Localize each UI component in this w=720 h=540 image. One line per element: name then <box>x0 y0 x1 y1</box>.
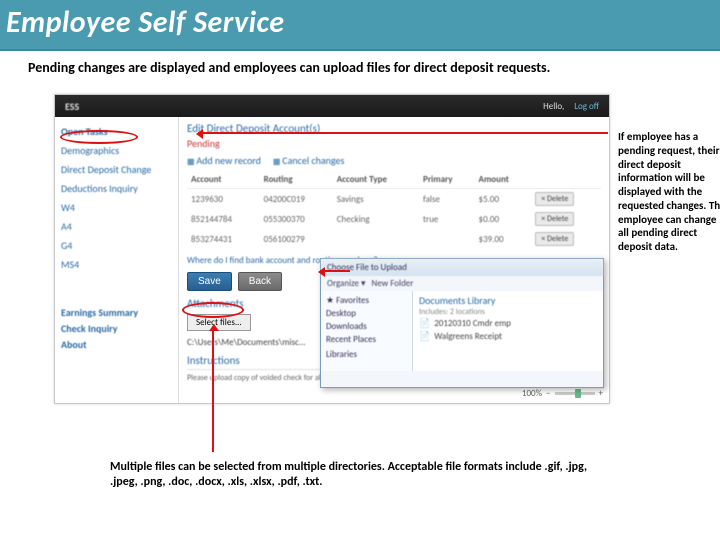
accounts-table: Account Routing Account Type Primary Amo… <box>187 171 601 249</box>
arrow-icon <box>320 270 350 272</box>
slide-subtitle: Pending changes are displayed and employ… <box>0 51 720 82</box>
back-button[interactable]: Back <box>238 272 282 291</box>
col-actions <box>531 171 601 189</box>
logoff-link[interactable]: Log off <box>574 101 599 112</box>
col-routing: Routing <box>260 171 333 189</box>
save-button[interactable]: Save <box>187 272 232 291</box>
sidebar: Open Tasks Demographics Direct Deposit C… <box>55 117 179 403</box>
chooser-nav-item[interactable]: Libraries <box>326 348 407 361</box>
arrow-icon <box>212 326 214 452</box>
col-account: Account <box>187 171 260 189</box>
add-record-button[interactable]: Add new record <box>187 154 261 167</box>
cancel-changes-button[interactable]: Cancel changes <box>273 154 345 167</box>
chooser-lib-title: Documents Library <box>419 294 597 307</box>
stage: ESS Hello, Log off Open Tasks Demographi… <box>20 82 700 512</box>
zoom-indicator: 100% −+ <box>522 388 603 399</box>
col-amount: Amount <box>475 171 532 189</box>
col-primary: Primary <box>419 171 474 189</box>
bottom-annotation: Multiple files can be selected from mult… <box>110 460 590 490</box>
chooser-file[interactable]: 20120310 Cmdr emp <box>419 317 597 330</box>
chooser-newfolder[interactable]: New Folder <box>372 278 414 289</box>
sidebar-item-w4[interactable]: W4 <box>61 198 172 217</box>
sidebar-item-a4[interactable]: A4 <box>61 217 172 236</box>
right-annotation: If employee has a pending request, their… <box>618 130 720 254</box>
chooser-file[interactable]: Walgreens Receipt <box>419 330 597 343</box>
highlight-oval <box>182 302 244 318</box>
chooser-nav-item[interactable]: Desktop <box>326 307 407 320</box>
table-row: 1239630 04200C019 Savings false $5.00 × … <box>187 189 601 210</box>
chooser-filelist: Documents Library Includes: 2 locations … <box>413 291 603 371</box>
ess-brand: ESS <box>65 100 79 113</box>
highlight-oval <box>60 130 138 144</box>
delete-button[interactable]: × Delete <box>535 192 574 206</box>
arrow-icon <box>198 132 608 134</box>
delete-button[interactable]: × Delete <box>535 212 574 226</box>
ess-app-header: ESS Hello, Log off <box>55 95 609 117</box>
col-type: Account Type <box>333 171 419 189</box>
sidebar-item-direct-deposit[interactable]: Direct Deposit Change <box>61 160 172 179</box>
delete-button[interactable]: × Delete <box>535 232 574 246</box>
chooser-nav-item[interactable]: ★ Favorites <box>326 294 407 307</box>
chooser-title: Choose File to Upload <box>321 259 603 276</box>
chooser-nav-item[interactable]: Recent Places <box>326 333 407 346</box>
hello-text: Hello, <box>543 101 564 112</box>
table-row: 852144784 055300370 Checking true $0.00 … <box>187 209 601 229</box>
sidebar-about[interactable]: About <box>61 338 172 351</box>
slide-title: Employee Self Service <box>6 4 710 41</box>
chooser-nav: ★ Favorites Desktop Downloads Recent Pla… <box>321 291 413 371</box>
table-row: 853274431 056100279 $39.00 × Delete <box>187 229 601 249</box>
sidebar-item-deductions[interactable]: Deductions Inquiry <box>61 179 172 198</box>
pending-badge: Pending <box>187 137 601 150</box>
sidebar-item-ms4[interactable]: MS4 <box>61 255 172 274</box>
sidebar-earnings[interactable]: Earnings Summary <box>61 306 172 319</box>
sidebar-item-g4[interactable]: G4 <box>61 236 172 255</box>
slide-title-bar: Employee Self Service <box>0 0 720 51</box>
grid-toolbar: Add new record Cancel changes <box>187 154 601 167</box>
sidebar-check[interactable]: Check Inquiry <box>61 322 172 335</box>
chooser-organize[interactable]: Organize ▾ <box>327 278 366 289</box>
chooser-nav-item[interactable]: Downloads <box>326 320 407 333</box>
file-chooser-dialog: Choose File to Upload Organize ▾ New Fol… <box>320 258 604 388</box>
